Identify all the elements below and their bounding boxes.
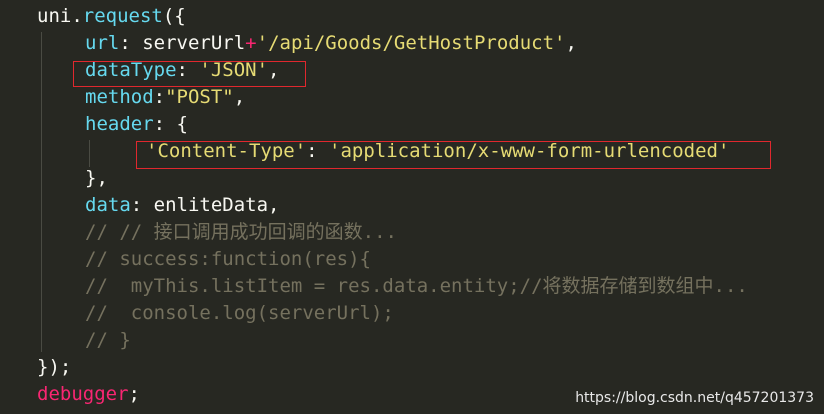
code-line-4: method:"POST",: [85, 84, 245, 111]
token-serverurl: serverUrl: [142, 32, 246, 54]
code-line-10: // success:function(res){: [85, 248, 371, 270]
token-plus: +: [245, 32, 257, 54]
token-dot: .: [71, 5, 83, 27]
highlight-box-content-type: [136, 141, 771, 169]
highlight-box-datatype: [73, 61, 306, 87]
indent-guide-1: [41, 32, 42, 352]
token-enlitedata: enliteData: [153, 194, 269, 216]
code-line-9: // // 接口调用成功回调的函数...: [85, 221, 397, 243]
code-line-7: },: [85, 167, 108, 189]
code-line-2: url: serverUrl+'/api/Goods/GetHostProduc…: [85, 30, 577, 57]
token-header-key: header: [85, 113, 154, 135]
token-uni: uni: [37, 5, 72, 27]
token-colon: :: [153, 86, 166, 108]
token-paren: ({: [162, 5, 186, 27]
code-line-15: debugger;: [37, 381, 140, 408]
token-colon: :: [153, 113, 177, 135]
token-debugger-keyword: debugger: [37, 383, 129, 405]
code-editor[interactable]: uni.request({ url: serverUrl+'/api/Goods…: [0, 0, 824, 414]
code-line-1: uni.request({: [37, 3, 186, 30]
token-url-key: url: [85, 32, 120, 54]
indent-guide-2: [89, 140, 90, 167]
code-line-14: });: [37, 356, 72, 378]
token-semicolon: ;: [128, 383, 140, 405]
token-request: request: [82, 5, 163, 27]
token-data-key: data: [85, 194, 131, 216]
token-brace: {: [176, 113, 188, 135]
token-comma: ,: [233, 86, 246, 108]
token-colon: :: [119, 32, 143, 54]
token-comma: ,: [268, 194, 280, 216]
token-url-string: '/api/Goods/GetHostProduct': [256, 32, 566, 54]
token-colon: :: [130, 194, 154, 216]
code-line-8: data: enliteData,: [85, 192, 280, 219]
code-line-13: // }: [85, 329, 131, 351]
code-line-5: header: {: [85, 111, 188, 138]
token-method-key: method: [85, 86, 154, 108]
token-comma: ,: [565, 32, 577, 54]
code-line-12: // console.log(serverUrl);: [85, 302, 394, 324]
watermark-text: https://blog.csdn.net/q457201373: [575, 390, 814, 406]
code-line-11: // myThis.listItem = res.data.entity;//将…: [85, 275, 748, 297]
token-post-string: "POST": [165, 86, 234, 108]
